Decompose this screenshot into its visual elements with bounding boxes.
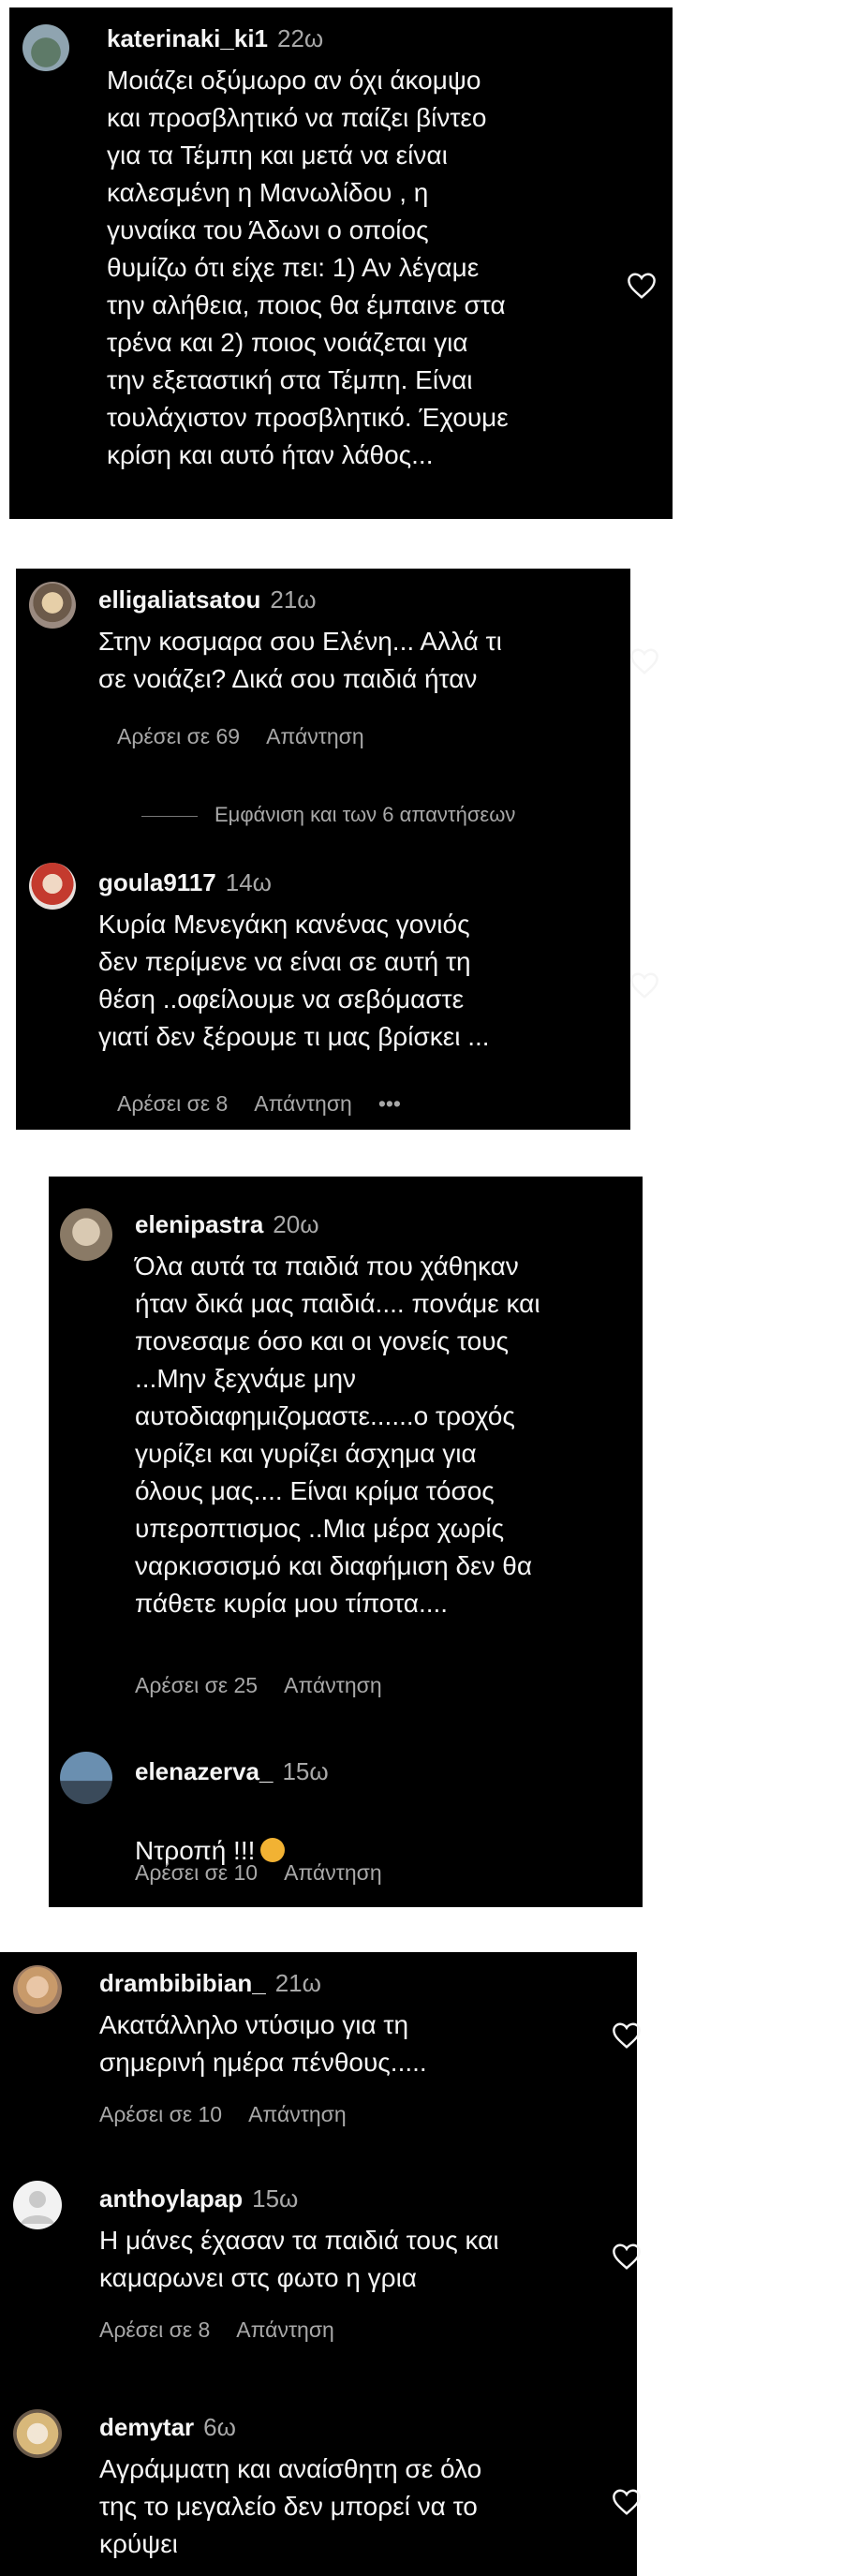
divider — [141, 815, 198, 817]
comment-panel-1: katerinaki_ki1 22ω Μοιάζει οξύμωρο αν όχι… — [9, 7, 673, 519]
likes-count[interactable]: Αρέσει σε 8 — [117, 1091, 228, 1116]
timestamp: 14ω — [225, 868, 272, 896]
heart-outline-icon[interactable] — [626, 272, 658, 300]
timestamp: 15ω — [282, 1757, 329, 1785]
avatar[interactable] — [60, 1752, 112, 1804]
more-options-icon[interactable]: ••• — [378, 1091, 401, 1116]
username[interactable]: anthoylapap — [99, 2184, 243, 2213]
avatar[interactable] — [13, 2181, 62, 2229]
reply-button[interactable]: Απάντηση — [254, 1091, 352, 1116]
avatar[interactable] — [13, 1965, 62, 2014]
comment-text: Μοιάζει οξύμωρο αν όχι άκομψο και προσβλ… — [107, 66, 509, 469]
timestamp: 21ω — [274, 1969, 321, 1997]
comment-header: anthoylapap 15ω — [99, 2184, 298, 2213]
avatar[interactable] — [29, 582, 76, 629]
comment-meta: Αρέσει σε 25 Απάντηση — [135, 1673, 408, 1698]
username[interactable]: katerinaki_ki1 — [107, 24, 268, 52]
comment-meta: Αρέσει σε 8 Απάντηση ••• — [117, 1091, 427, 1117]
comment-header: elenazerva_ 15ω — [135, 1757, 329, 1786]
comment-meta: Αρέσει σε 8 Απάντηση — [99, 2317, 361, 2343]
comment-meta: Αρέσει σε 69 Απάντηση — [117, 724, 391, 749]
username[interactable]: goula9117 — [98, 868, 216, 896]
timestamp: 22ω — [277, 24, 324, 52]
comment-text: Αγράμματη και αναίσθητη σε όλο της το με… — [99, 2454, 482, 2558]
comment-meta: Αρέσει σε 10 Απάντηση — [99, 2102, 373, 2127]
reply-button[interactable]: Απάντηση — [266, 724, 364, 748]
heart-outline-icon[interactable] — [629, 971, 660, 999]
sad-face-emoji-icon — [260, 1838, 286, 1862]
comment-header: elenipastra 20ω — [135, 1210, 319, 1239]
comment-header: demytar 6ω — [99, 2413, 236, 2442]
comment-header: drambibibian_ 21ω — [99, 1969, 321, 1998]
comment-header: elligaliatsatou 21ω — [98, 585, 317, 614]
comment-katerinaki: katerinaki_ki1 22ω Μοιάζει οξύμωρο αν όχι… — [9, 7, 673, 519]
comment-panel-4: drambibibian_ 21ω Ακατάλληλο ντύσιμο για … — [0, 1952, 641, 2576]
likes-count[interactable]: Αρέσει σε 10 — [135, 1860, 258, 1885]
view-replies-label: Εμφάνιση και των 6 απαντήσεων — [214, 803, 516, 826]
likes-count[interactable]: Αρέσει σε 10 — [99, 2102, 222, 2126]
username[interactable]: elenazerva_ — [135, 1757, 273, 1785]
username[interactable]: elligaliatsatou — [98, 585, 260, 614]
comment-text: Κυρία Μενεγάκη κανένας γονιός δεν περίμε… — [98, 910, 490, 1051]
avatar[interactable] — [13, 2409, 62, 2458]
avatar[interactable] — [22, 24, 69, 71]
comment-text: Ακατάλληλο ντύσιμο για τη σημερινή ημέρα… — [99, 2010, 427, 2077]
timestamp: 21ω — [270, 585, 317, 614]
heart-outline-icon[interactable] — [629, 647, 660, 675]
comment-header: goula9117 14ω — [98, 868, 272, 897]
heart-outline-icon[interactable] — [611, 2488, 643, 2516]
view-replies-button[interactable]: Εμφάνιση και των 6 απαντήσεων — [141, 803, 515, 827]
likes-count[interactable]: Αρέσει σε 8 — [99, 2317, 210, 2342]
username[interactable]: demytar — [99, 2413, 194, 2441]
comment-meta: Αρέσει σε 10 Απάντηση — [135, 1860, 408, 1886]
likes-count[interactable]: Αρέσει σε 25 — [135, 1673, 258, 1697]
reply-button[interactable]: Απάντηση — [284, 1673, 382, 1697]
heart-outline-icon[interactable] — [611, 2243, 643, 2271]
username[interactable]: drambibibian_ — [99, 1969, 266, 1997]
timestamp: 6ω — [203, 2413, 236, 2441]
likes-count[interactable]: Αρέσει σε 69 — [117, 724, 240, 748]
username[interactable]: elenipastra — [135, 1210, 263, 1238]
default-avatar-icon — [21, 2191, 54, 2224]
comment-panel-2: elligaliatsatou 21ω Στην κοσμαρα σου Ελέν… — [16, 569, 658, 1130]
comment-text: Στην κοσμαρα σου Ελένη... Αλλά τι σε νοι… — [98, 627, 502, 693]
avatar[interactable] — [29, 863, 76, 910]
comment-panel-3: elenipastra 20ω Όλα αυτά τα παιδιά που χά… — [49, 1177, 643, 1907]
heart-outline-icon[interactable] — [611, 2021, 643, 2050]
timestamp: 20ω — [273, 1210, 319, 1238]
comment-text: Όλα αυτά τα παιδιά που χάθηκαν ήταν δικά… — [135, 1251, 540, 1618]
reply-button[interactable]: Απάντηση — [248, 2102, 347, 2126]
comment-text: Η μάνες έχασαν τα παιδιά τους και καμαρω… — [99, 2226, 499, 2292]
avatar[interactable] — [60, 1208, 112, 1261]
comment-text: Ντροπή !!! — [135, 1795, 622, 1870]
reply-button[interactable]: Απάντηση — [284, 1860, 382, 1885]
reply-button[interactable]: Απάντηση — [236, 2317, 334, 2342]
comment-header: katerinaki_ki1 22ω — [107, 24, 323, 53]
timestamp: 15ω — [252, 2184, 299, 2213]
